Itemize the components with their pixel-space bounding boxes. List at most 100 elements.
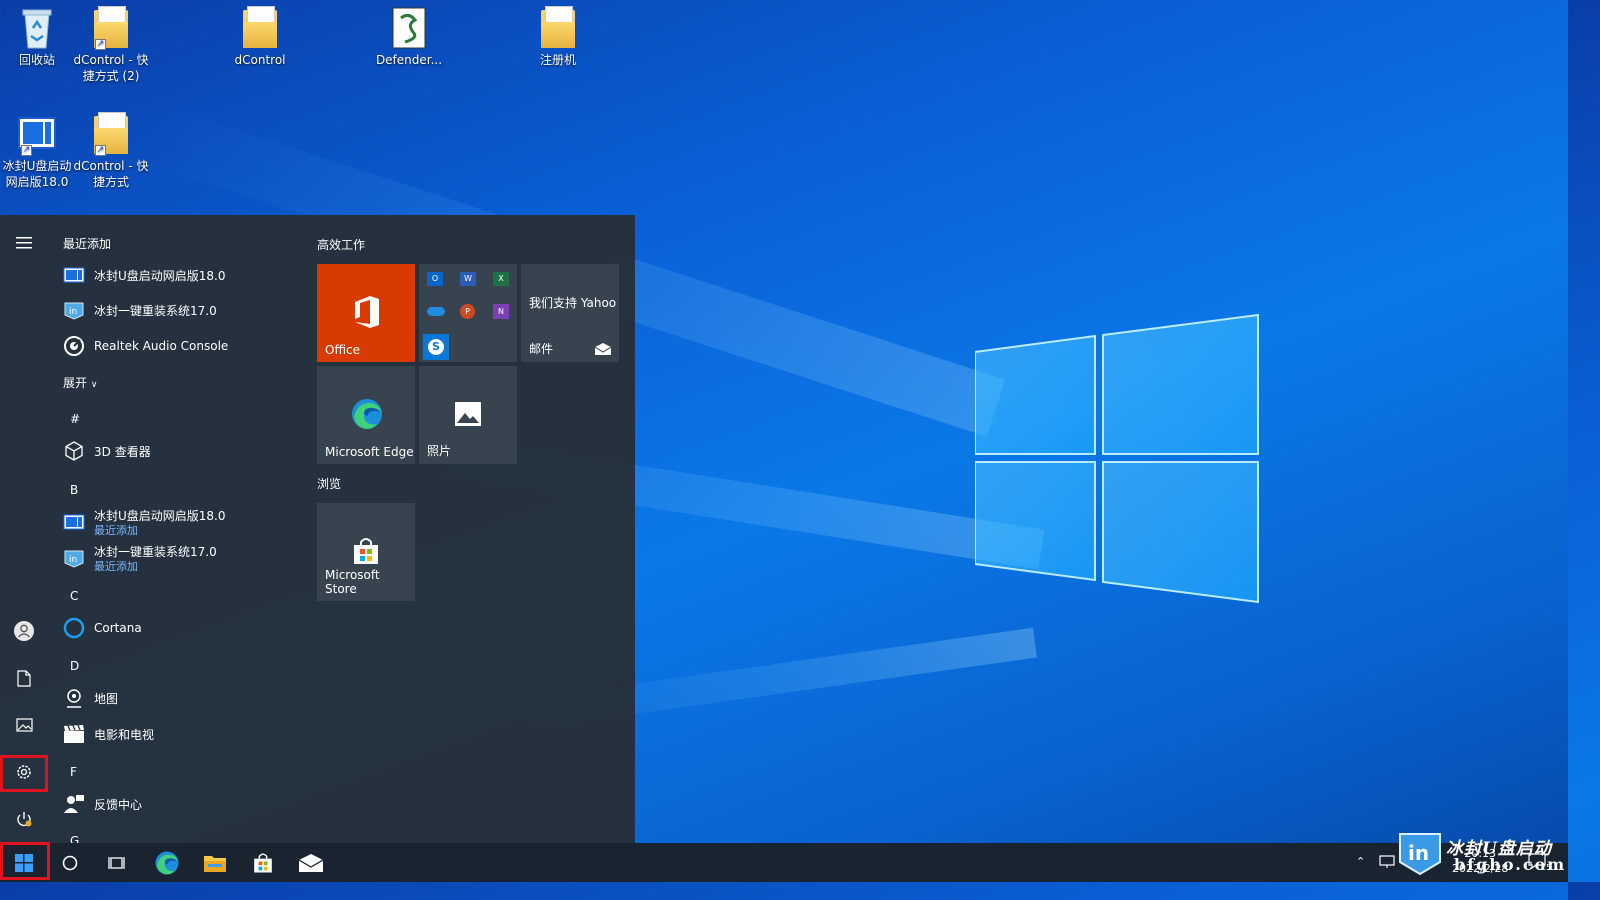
section-letter-hash[interactable]: # <box>70 412 80 426</box>
tile-store[interactable]: Microsoft Store <box>317 503 415 601</box>
section-letter-g[interactable]: G <box>70 834 79 843</box>
desktop-icon-label: Defender... <box>375 53 443 67</box>
app-bingfeng-usb[interactable]: 冰封U盘启动网启版18.0 最近添加 <box>63 507 226 537</box>
desktop-icon-label: dControl - 快捷方式 <box>73 159 149 189</box>
start-menu: 最近添加 冰封U盘启动网启版18.0 in 冰封一键重装系统17.0 Realt… <box>0 215 635 843</box>
start-menu-rail <box>0 215 48 843</box>
section-letter-c[interactable]: C <box>70 589 78 603</box>
tile-mail[interactable]: 我们支持 Yahoo 邮件 <box>521 264 619 362</box>
start-button-highlight-box <box>0 842 50 880</box>
desktop-icon-keygen[interactable]: 注册机 <box>519 6 597 68</box>
windows-wallpaper-logo <box>975 313 1259 604</box>
pictures-button[interactable] <box>0 703 48 747</box>
tile-label: Office <box>325 343 361 357</box>
desktop-icon-dcontrol[interactable]: dControl <box>221 6 299 68</box>
user-avatar-icon <box>14 621 34 641</box>
recent-app-realtek-audio[interactable]: Realtek Audio Console <box>63 335 228 357</box>
desktop-icon-label: dControl - 快捷方式 (2) <box>73 53 149 83</box>
app-label: 3D 查看器 <box>94 444 151 459</box>
network-icon <box>1379 855 1395 868</box>
user-account-button[interactable] <box>0 609 48 653</box>
app-list: 最近添加 冰封U盘启动网启版18.0 in 冰封一键重装系统17.0 Realt… <box>48 215 303 843</box>
excel-icon: X <box>493 272 509 286</box>
app-label: 冰封U盘启动网启版18.0 <box>94 509 226 523</box>
app-bingfeng-reinstall[interactable]: in 冰封一键重装系统17.0 最近添加 <box>63 543 217 573</box>
onedrive-icon <box>427 307 445 316</box>
app-label: 冰封U盘启动网启版18.0 <box>94 268 226 283</box>
feedback-person-icon <box>63 793 85 815</box>
app-label: 电影和电视 <box>94 727 155 742</box>
picture-icon <box>15 718 33 732</box>
tile-group-browse: 浏览 <box>317 477 342 491</box>
section-letter-d[interactable]: D <box>70 659 79 673</box>
chevron-down-icon: ∨ <box>90 380 98 390</box>
recycle-bin-icon <box>17 6 57 50</box>
app-cortana[interactable]: Cortana <box>63 617 142 639</box>
desktop-icon-defender[interactable]: Defender... <box>370 6 448 68</box>
store-icon <box>254 852 272 873</box>
app-label: Realtek Audio Console <box>94 339 229 353</box>
app-label: 冰封一键重装系统17.0 <box>94 545 217 559</box>
map-pin-icon <box>63 687 85 709</box>
task-view-button[interactable] <box>93 843 141 882</box>
desktop-icon-label: 冰封U盘启动网启版18.0 <box>2 159 72 189</box>
search-button[interactable] <box>46 843 94 882</box>
task-view-icon <box>108 856 125 869</box>
desktop-icon-dcontrol-shortcut[interactable]: ↗ dControl - 快捷方式 <box>72 112 150 190</box>
power-icon <box>17 812 32 827</box>
tile-edge[interactable]: Microsoft Edge <box>317 366 415 464</box>
show-hidden-icons-button[interactable]: ⌃ <box>1356 855 1365 868</box>
desktop-icon-bingfeng-usb[interactable]: ↗ 冰封U盘启动网启版18.0 <box>0 112 76 190</box>
onenote-icon: N <box>493 304 509 319</box>
script-file-icon <box>389 6 429 50</box>
app-maps[interactable]: 地图 <box>63 687 118 709</box>
taskbar-mail[interactable] <box>287 843 335 882</box>
tile-office-apps-folder[interactable]: O W X P N S <box>419 264 517 362</box>
cube-icon <box>63 440 85 462</box>
folder-icon <box>240 6 280 50</box>
hamburger-menu-button[interactable] <box>0 221 48 265</box>
chevron-up-icon: ⌃ <box>1356 855 1366 868</box>
recent-app-bingfeng-usb[interactable]: 冰封U盘启动网启版18.0 <box>63 264 226 286</box>
app-label: 地图 <box>94 691 119 706</box>
desktop-icon-dcontrol-shortcut-2[interactable]: ↗ dControl - 快捷方式 (2) <box>72 6 150 84</box>
app-3d-viewer[interactable]: 3D 查看器 <box>63 440 151 462</box>
document-icon <box>17 669 31 687</box>
svg-text:in: in <box>69 555 77 565</box>
tile-label: Microsoft Edge <box>325 445 414 459</box>
app-feedback-hub[interactable]: 反馈中心 <box>63 793 142 815</box>
expand-button[interactable]: 展开 ∨ <box>63 374 97 391</box>
recently-added-tag: 最近添加 <box>94 560 138 573</box>
expand-label: 展开 <box>63 376 88 390</box>
cortana-icon <box>63 617 85 639</box>
outlook-icon: O <box>427 272 443 286</box>
photos-icon <box>455 402 481 426</box>
bingfeng-logo-icon: in <box>1399 833 1441 876</box>
tile-area: 高效工作 Office O W X P N S 我们支持 Yahoo 邮件 Mi… <box>317 215 627 843</box>
bingfeng-reinstall-icon: in <box>63 547 85 569</box>
taskbar-store[interactable] <box>239 843 287 882</box>
tile-yahoo-text: 我们支持 Yahoo <box>529 296 617 310</box>
hamburger-icon <box>16 237 32 249</box>
desktop-icon-recycle-bin[interactable]: 回收站 <box>0 6 76 68</box>
svg-text:in: in <box>1408 841 1429 865</box>
network-button[interactable] <box>1379 855 1395 872</box>
recent-app-bingfeng-reinstall[interactable]: in 冰封一键重装系统17.0 <box>63 299 217 321</box>
tile-label: 照片 <box>427 444 452 458</box>
documents-button[interactable] <box>0 656 48 700</box>
tile-office[interactable]: Office <box>317 264 415 362</box>
section-letter-b[interactable]: B <box>70 483 78 497</box>
realtek-audio-icon <box>63 335 85 357</box>
taskbar-file-explorer[interactable] <box>191 843 239 882</box>
power-button[interactable] <box>0 797 48 841</box>
word-icon: W <box>460 272 476 286</box>
folder-shortcut-icon: ↗ <box>91 6 131 50</box>
edge-icon <box>352 399 382 429</box>
section-letter-f[interactable]: F <box>70 765 77 779</box>
app-movies-tv[interactable]: 电影和电视 <box>63 723 154 745</box>
recent-header: 最近添加 <box>63 237 112 251</box>
taskbar-edge[interactable] <box>143 843 191 882</box>
search-circle-icon <box>62 855 78 870</box>
skype-icon: S <box>423 334 449 360</box>
tile-photos[interactable]: 照片 <box>419 366 517 464</box>
